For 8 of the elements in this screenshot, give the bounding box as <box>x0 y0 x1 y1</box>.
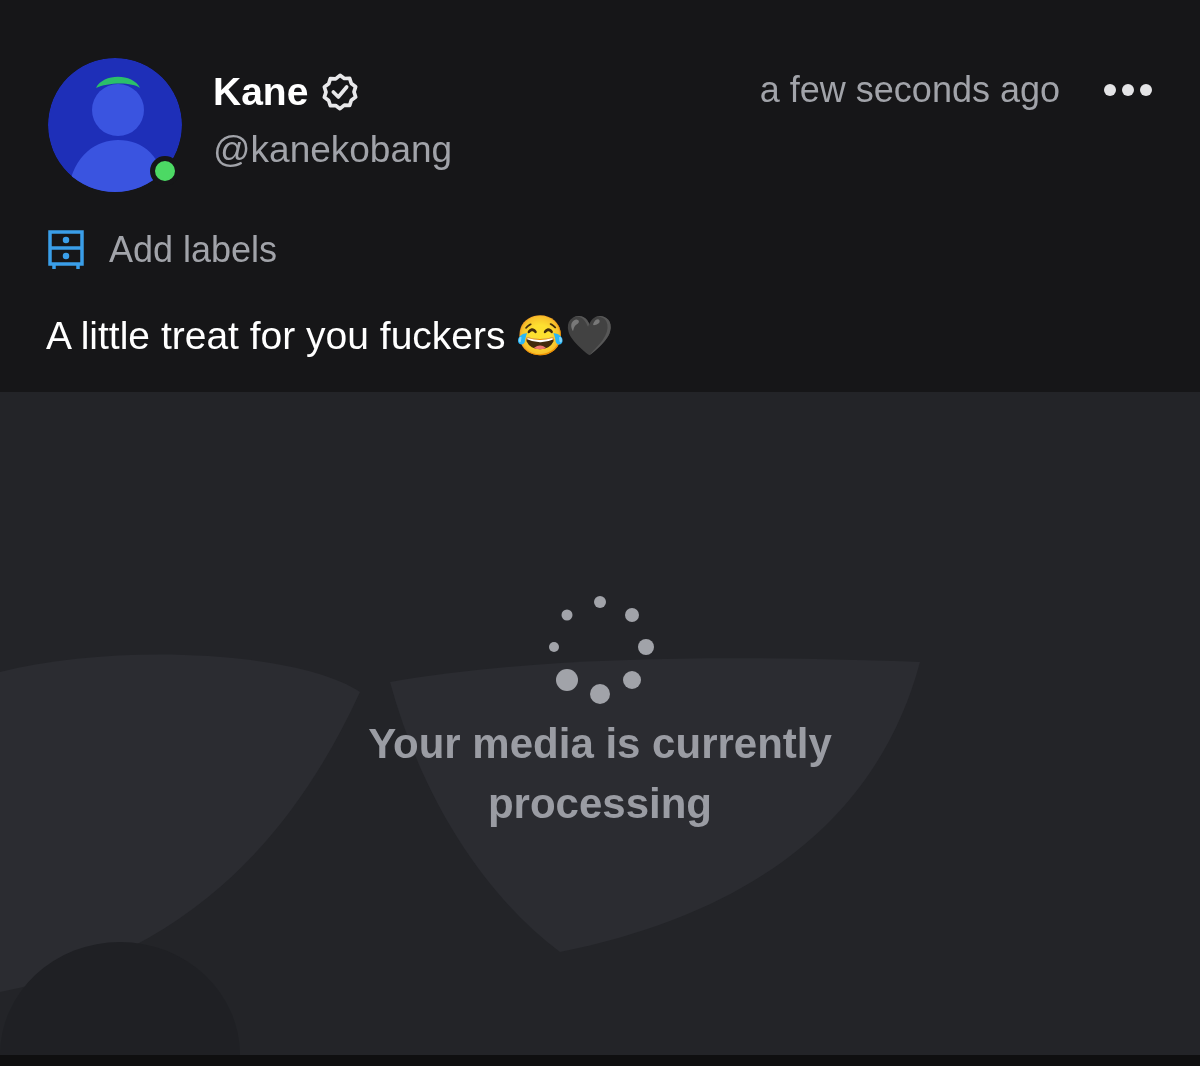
add-labels-link[interactable]: Add labels <box>109 228 278 272</box>
author-handle[interactable]: @kanekobang <box>213 126 453 174</box>
drawer-icon[interactable] <box>48 230 84 270</box>
author-name[interactable]: Kane <box>213 68 309 116</box>
post-caption: A little treat for you fuckers 😂🖤 <box>46 313 616 359</box>
post-time: a few seconds ago <box>759 68 1060 112</box>
processing-message: Your media is currently processing <box>367 718 833 829</box>
avatar[interactable] <box>48 58 182 192</box>
